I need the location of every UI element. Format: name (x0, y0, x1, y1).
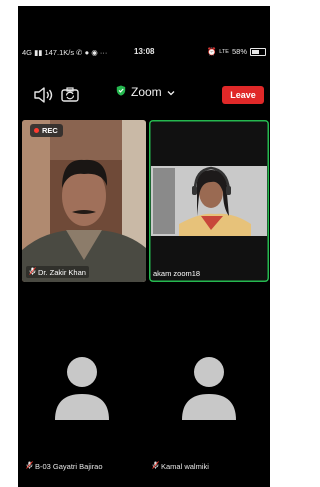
default-avatar-icon (55, 357, 109, 420)
network-label: 4G (22, 48, 33, 57)
signal-icon: ▮▮ (34, 48, 43, 57)
video-tile[interactable]: REC Dr. Zakir Khan (22, 120, 146, 282)
participant-name: akam zoom18 (153, 269, 201, 278)
participant-name-tag: Kamal walmiki (152, 461, 209, 471)
mic-muted-icon (152, 461, 159, 471)
chevron-down-icon (167, 85, 175, 99)
participant-name: Kamal walmiki (161, 461, 209, 471)
mic-muted-icon (29, 267, 36, 277)
participant-name: Dr. Zakir Khan (38, 267, 86, 277)
status-right: ⏰ LTE 58% (207, 47, 266, 56)
recording-label: REC (42, 126, 58, 135)
video-feed (22, 120, 146, 282)
recording-badge: REC (30, 124, 63, 137)
status-time: 13:08 (134, 47, 155, 56)
status-bar: 4G ▮▮ 147.1K/s ✆ ● ◉ ··· 13:08 ⏰ LTE 58% (18, 46, 270, 60)
data-speed: 147.1K/s (44, 48, 75, 57)
alarm-icon: ⏰ (206, 47, 217, 56)
meeting-toolbar: Zoom Leave (18, 80, 270, 110)
video-tile-active-speaker[interactable]: akam zoom18 (149, 120, 269, 282)
whatsapp-icon: ✆ (76, 48, 83, 57)
meeting-screen: 4G ▮▮ 147.1K/s ✆ ● ◉ ··· 13:08 ⏰ LTE 58% (18, 6, 270, 487)
status-left: 4G ▮▮ 147.1K/s ✆ ● ◉ ··· (22, 48, 107, 57)
participant-name: B-03 Gayatri Bajirao (35, 461, 103, 471)
participant-name-tag: akam zoom18 (153, 269, 200, 278)
default-avatar-icon (182, 357, 236, 420)
record-dot-icon (34, 128, 39, 133)
lte-label: LTE (219, 48, 229, 55)
mic-muted-icon (26, 461, 33, 471)
meeting-title-label: Zoom (131, 85, 162, 99)
more-notifications-icon: ··· (99, 48, 108, 57)
notification-icon: ◉ (91, 48, 98, 57)
participant-name-tag: Dr. Zakir Khan (26, 266, 89, 278)
avatar[interactable] (179, 354, 239, 425)
battery-icon (250, 47, 266, 56)
switch-camera-icon[interactable] (60, 85, 80, 105)
battery-percent: 58% (231, 47, 247, 56)
leave-button[interactable]: Leave (222, 86, 264, 104)
chat-icon: ● (84, 48, 90, 57)
shield-check-icon (116, 85, 126, 99)
avatar[interactable] (52, 354, 112, 425)
participant-name-tag: B-03 Gayatri Bajirao (26, 461, 103, 471)
speaker-icon[interactable] (32, 85, 54, 105)
meeting-title[interactable]: Zoom (116, 85, 175, 99)
video-feed (151, 122, 267, 280)
